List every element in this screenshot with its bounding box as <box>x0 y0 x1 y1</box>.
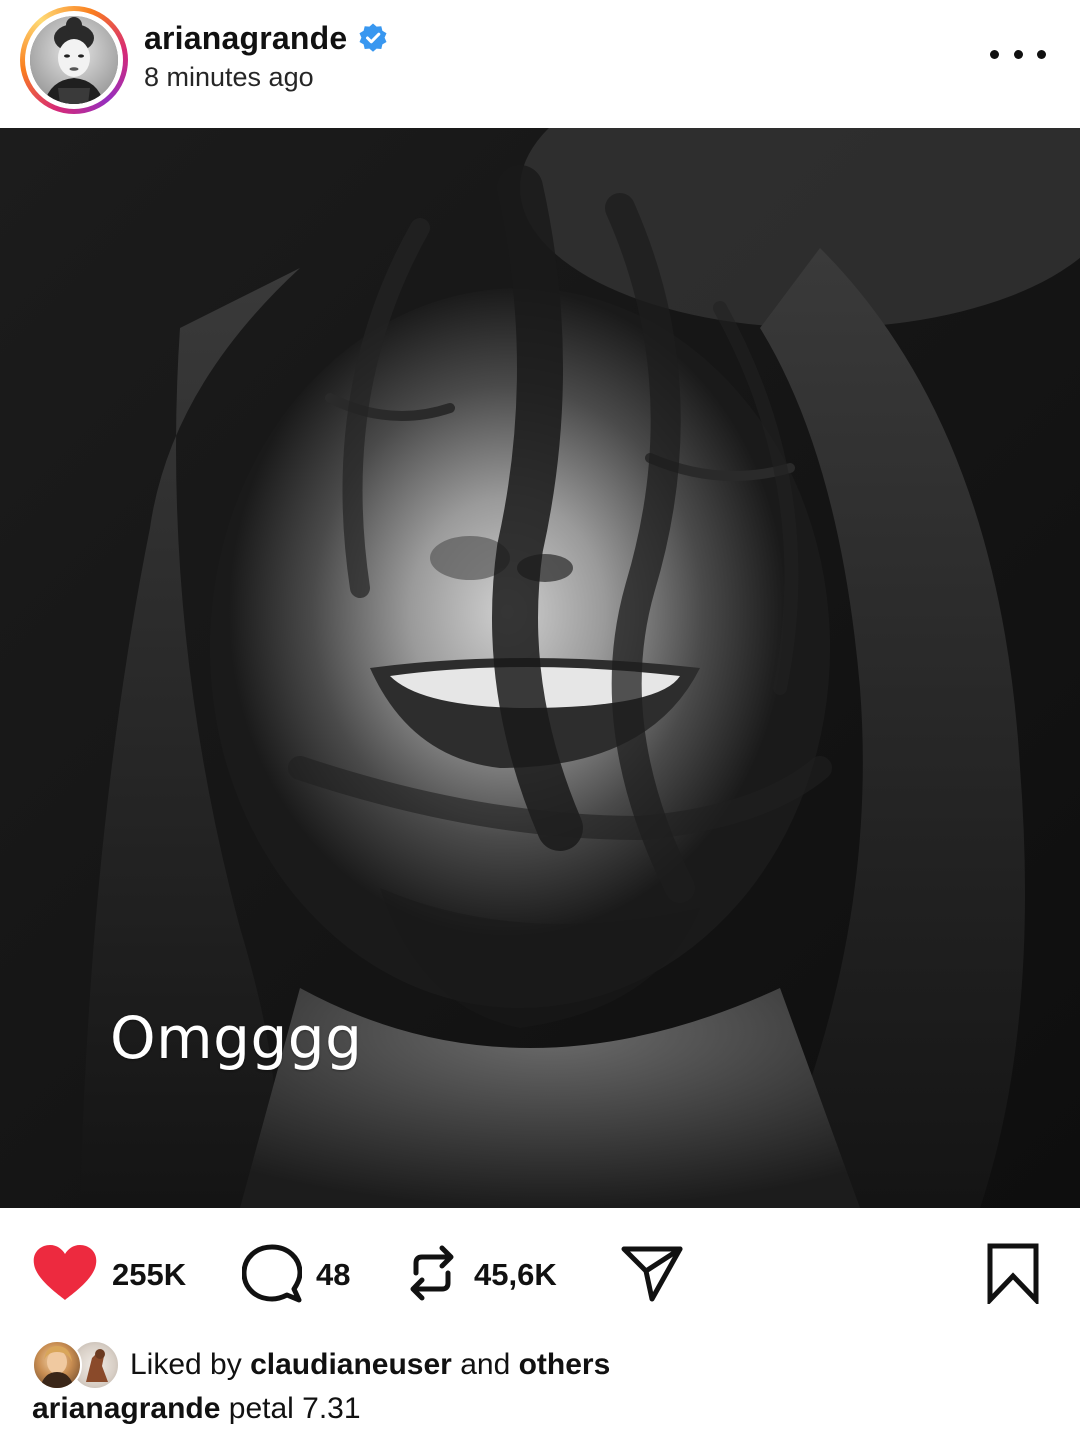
comment-button[interactable]: 48 <box>241 1240 351 1310</box>
more-icon[interactable] <box>990 34 1046 74</box>
repost-button[interactable]: 45,6K <box>404 1240 557 1310</box>
repost-icon <box>404 1243 460 1308</box>
save-button[interactable] <box>984 1240 1042 1310</box>
action-bar: 255K 48 45,6K <box>0 1208 1080 1338</box>
like-button[interactable]: 255K <box>32 1240 186 1310</box>
profile-avatar[interactable] <box>30 16 118 104</box>
liked-by-row[interactable]: Liked by claudianeuser and others <box>32 1338 610 1392</box>
liked-by-user[interactable]: claudianeuser <box>250 1348 452 1381</box>
post-timestamp: 8 minutes ago <box>144 62 314 92</box>
repost-count: 45,6K <box>474 1257 557 1292</box>
more-dot <box>1037 49 1046 59</box>
share-icon <box>620 1243 684 1308</box>
photo-overlay-text: Omgggg <box>110 1004 363 1072</box>
caption-username[interactable]: arianagrande <box>32 1392 220 1425</box>
post-caption: arianagrande petal 7.31 <box>32 1392 361 1426</box>
share-button[interactable] <box>620 1240 684 1310</box>
username[interactable]: arianagrande <box>144 20 347 57</box>
comment-icon <box>241 1243 303 1308</box>
comment-count: 48 <box>316 1257 351 1292</box>
post-header: arianagrande 8 minutes ago <box>0 0 1080 128</box>
username-row: arianagrande <box>144 16 389 60</box>
liked-by-others[interactable]: others <box>519 1348 611 1381</box>
bookmark-icon <box>984 1242 1042 1309</box>
verified-badge-icon <box>357 22 389 54</box>
liked-by-prefix: Liked by <box>130 1348 242 1381</box>
post-photo[interactable]: Omgggg <box>0 128 1080 1208</box>
liked-by-conj: and <box>460 1348 511 1381</box>
more-dot <box>990 49 999 59</box>
heart-icon <box>32 1244 98 1307</box>
more-dot <box>1013 49 1023 59</box>
liker-avatars <box>32 1340 122 1390</box>
caption-text: petal 7.31 <box>228 1392 361 1425</box>
liker-avatar <box>32 1340 82 1390</box>
like-count: 255K <box>112 1257 187 1292</box>
liked-by-text: Liked by claudianeuser and others <box>130 1348 610 1382</box>
